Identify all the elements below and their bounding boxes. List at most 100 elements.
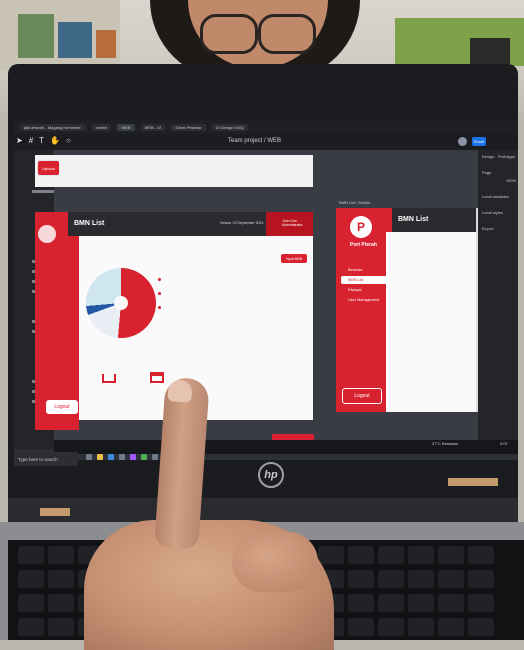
page-title: BMN List (74, 220, 105, 227)
key[interactable] (378, 570, 404, 588)
design-panel: Design Prototype Page 100% Local variabl… (478, 150, 518, 450)
frame2-content (386, 232, 476, 412)
key[interactable] (468, 546, 494, 564)
tab[interactable]: jaki artwork - Magang Kementer. (20, 123, 86, 131)
key[interactable] (48, 546, 74, 564)
nav-item-beranda[interactable]: Beranda (348, 268, 362, 272)
frame1-sidebar (35, 212, 79, 430)
share-button[interactable]: Share (472, 137, 486, 146)
text-tool-icon[interactable]: T (39, 136, 44, 145)
frame-label[interactable]: BMN List / Mobile (339, 200, 370, 205)
legend-dot (158, 306, 161, 309)
bed-icon (102, 374, 116, 383)
key[interactable] (378, 546, 404, 564)
key[interactable] (468, 594, 494, 612)
design-tab[interactable]: Design (482, 154, 494, 159)
avatar[interactable] (458, 137, 467, 146)
brand-logo-icon: P (350, 216, 372, 238)
taskbar-apps (86, 454, 169, 460)
key[interactable] (18, 570, 44, 588)
shelf-box (58, 22, 92, 58)
logout-button[interactable]: Logout (342, 388, 382, 404)
glasses-right-lens (258, 14, 316, 54)
taskbar-clock[interactable]: 3:07 (500, 441, 508, 446)
key[interactable] (48, 594, 74, 612)
export-label[interactable]: Export (482, 226, 494, 231)
weather-widget[interactable]: 27°C Berawan (432, 441, 458, 446)
key[interactable] (48, 618, 74, 636)
local-variables[interactable]: Local variables (482, 194, 509, 199)
hinge-cap (40, 508, 70, 516)
legend-dot (158, 278, 161, 281)
user-name: John Doe Administrator (282, 219, 303, 227)
hand-tool-icon[interactable]: ✋ (50, 136, 60, 145)
key[interactable] (18, 618, 44, 636)
frame-top-strip (35, 155, 313, 187)
key[interactable] (438, 546, 464, 564)
tab[interactable]: UI Design KNIQ (211, 123, 249, 131)
input-bmn-button[interactable]: Input BMN (281, 254, 307, 263)
prototype-tab[interactable]: Prototype (498, 154, 515, 159)
key[interactable] (348, 594, 374, 612)
hinge-cap (448, 478, 498, 486)
key[interactable] (468, 618, 494, 636)
sidebar-logo-icon (38, 225, 56, 243)
nav-item-riwayat[interactable]: Riwayat (348, 288, 362, 292)
task-view-icon[interactable] (86, 454, 92, 460)
shelf-box (18, 14, 54, 58)
settings-icon[interactable] (152, 454, 158, 460)
key[interactable] (348, 546, 374, 564)
header-date: Selasa, 03 September 2024 (220, 221, 264, 225)
store-icon[interactable] (119, 454, 125, 460)
tab[interactable]: WEB - UI (140, 123, 166, 131)
move-tool-icon[interactable]: ➤ (16, 136, 23, 145)
figma-app-icon[interactable] (130, 454, 136, 460)
key[interactable] (378, 618, 404, 636)
key[interactable] (408, 618, 434, 636)
background-monitor (470, 38, 510, 64)
key[interactable] (378, 594, 404, 612)
frame2-sidebar (336, 208, 392, 412)
toolbar-tools: ➤ # T ✋ ○ (16, 136, 71, 145)
glasses-left-lens (200, 14, 258, 54)
project-title: Team project / WEB (228, 138, 282, 144)
taskbar-search-input[interactable]: Type here to search (14, 452, 78, 466)
browser-icon[interactable] (108, 454, 114, 460)
key[interactable] (438, 570, 464, 588)
key[interactable] (438, 618, 464, 636)
key[interactable] (348, 618, 374, 636)
key[interactable] (18, 594, 44, 612)
key[interactable] (438, 594, 464, 612)
legend-dot (158, 292, 161, 295)
comment-tool-icon[interactable]: ○ (66, 136, 71, 145)
key[interactable] (48, 570, 74, 588)
key[interactable] (408, 546, 434, 564)
nav-item-user-management[interactable]: User Management (348, 298, 379, 302)
tab[interactable]: WEB (117, 123, 135, 131)
file-explorer-icon[interactable] (97, 454, 103, 460)
key[interactable] (348, 570, 374, 588)
key[interactable] (18, 546, 44, 564)
page-label: Page (482, 170, 492, 175)
brand-name: Port Pterah (350, 242, 377, 248)
zoom-value[interactable]: 100% (506, 178, 516, 183)
upload-button[interactable]: Upload (37, 160, 60, 176)
nav-item-bmn-list[interactable]: BMN List (348, 278, 363, 282)
tab[interactable]: mobile (91, 123, 112, 131)
key[interactable] (408, 594, 434, 612)
donut-chart-hole (114, 296, 128, 310)
hp-logo-icon: hp (258, 462, 284, 488)
logout-button[interactable]: Logout (46, 400, 78, 414)
chrome-icon[interactable] (141, 454, 147, 460)
hand-knuckle (232, 532, 318, 592)
frame-tool-icon[interactable]: # (29, 136, 33, 145)
key[interactable] (318, 546, 344, 564)
building-icon (150, 372, 164, 383)
frame2-edge (476, 208, 478, 412)
browser-tab-bar: jaki artwork - Magang Kementer. mobile W… (14, 120, 518, 134)
tab[interactable]: Sehat Pelamar (171, 123, 206, 131)
page-title: BMN List (398, 216, 429, 223)
key[interactable] (408, 570, 434, 588)
key[interactable] (468, 570, 494, 588)
local-styles[interactable]: Local styles (482, 210, 503, 215)
